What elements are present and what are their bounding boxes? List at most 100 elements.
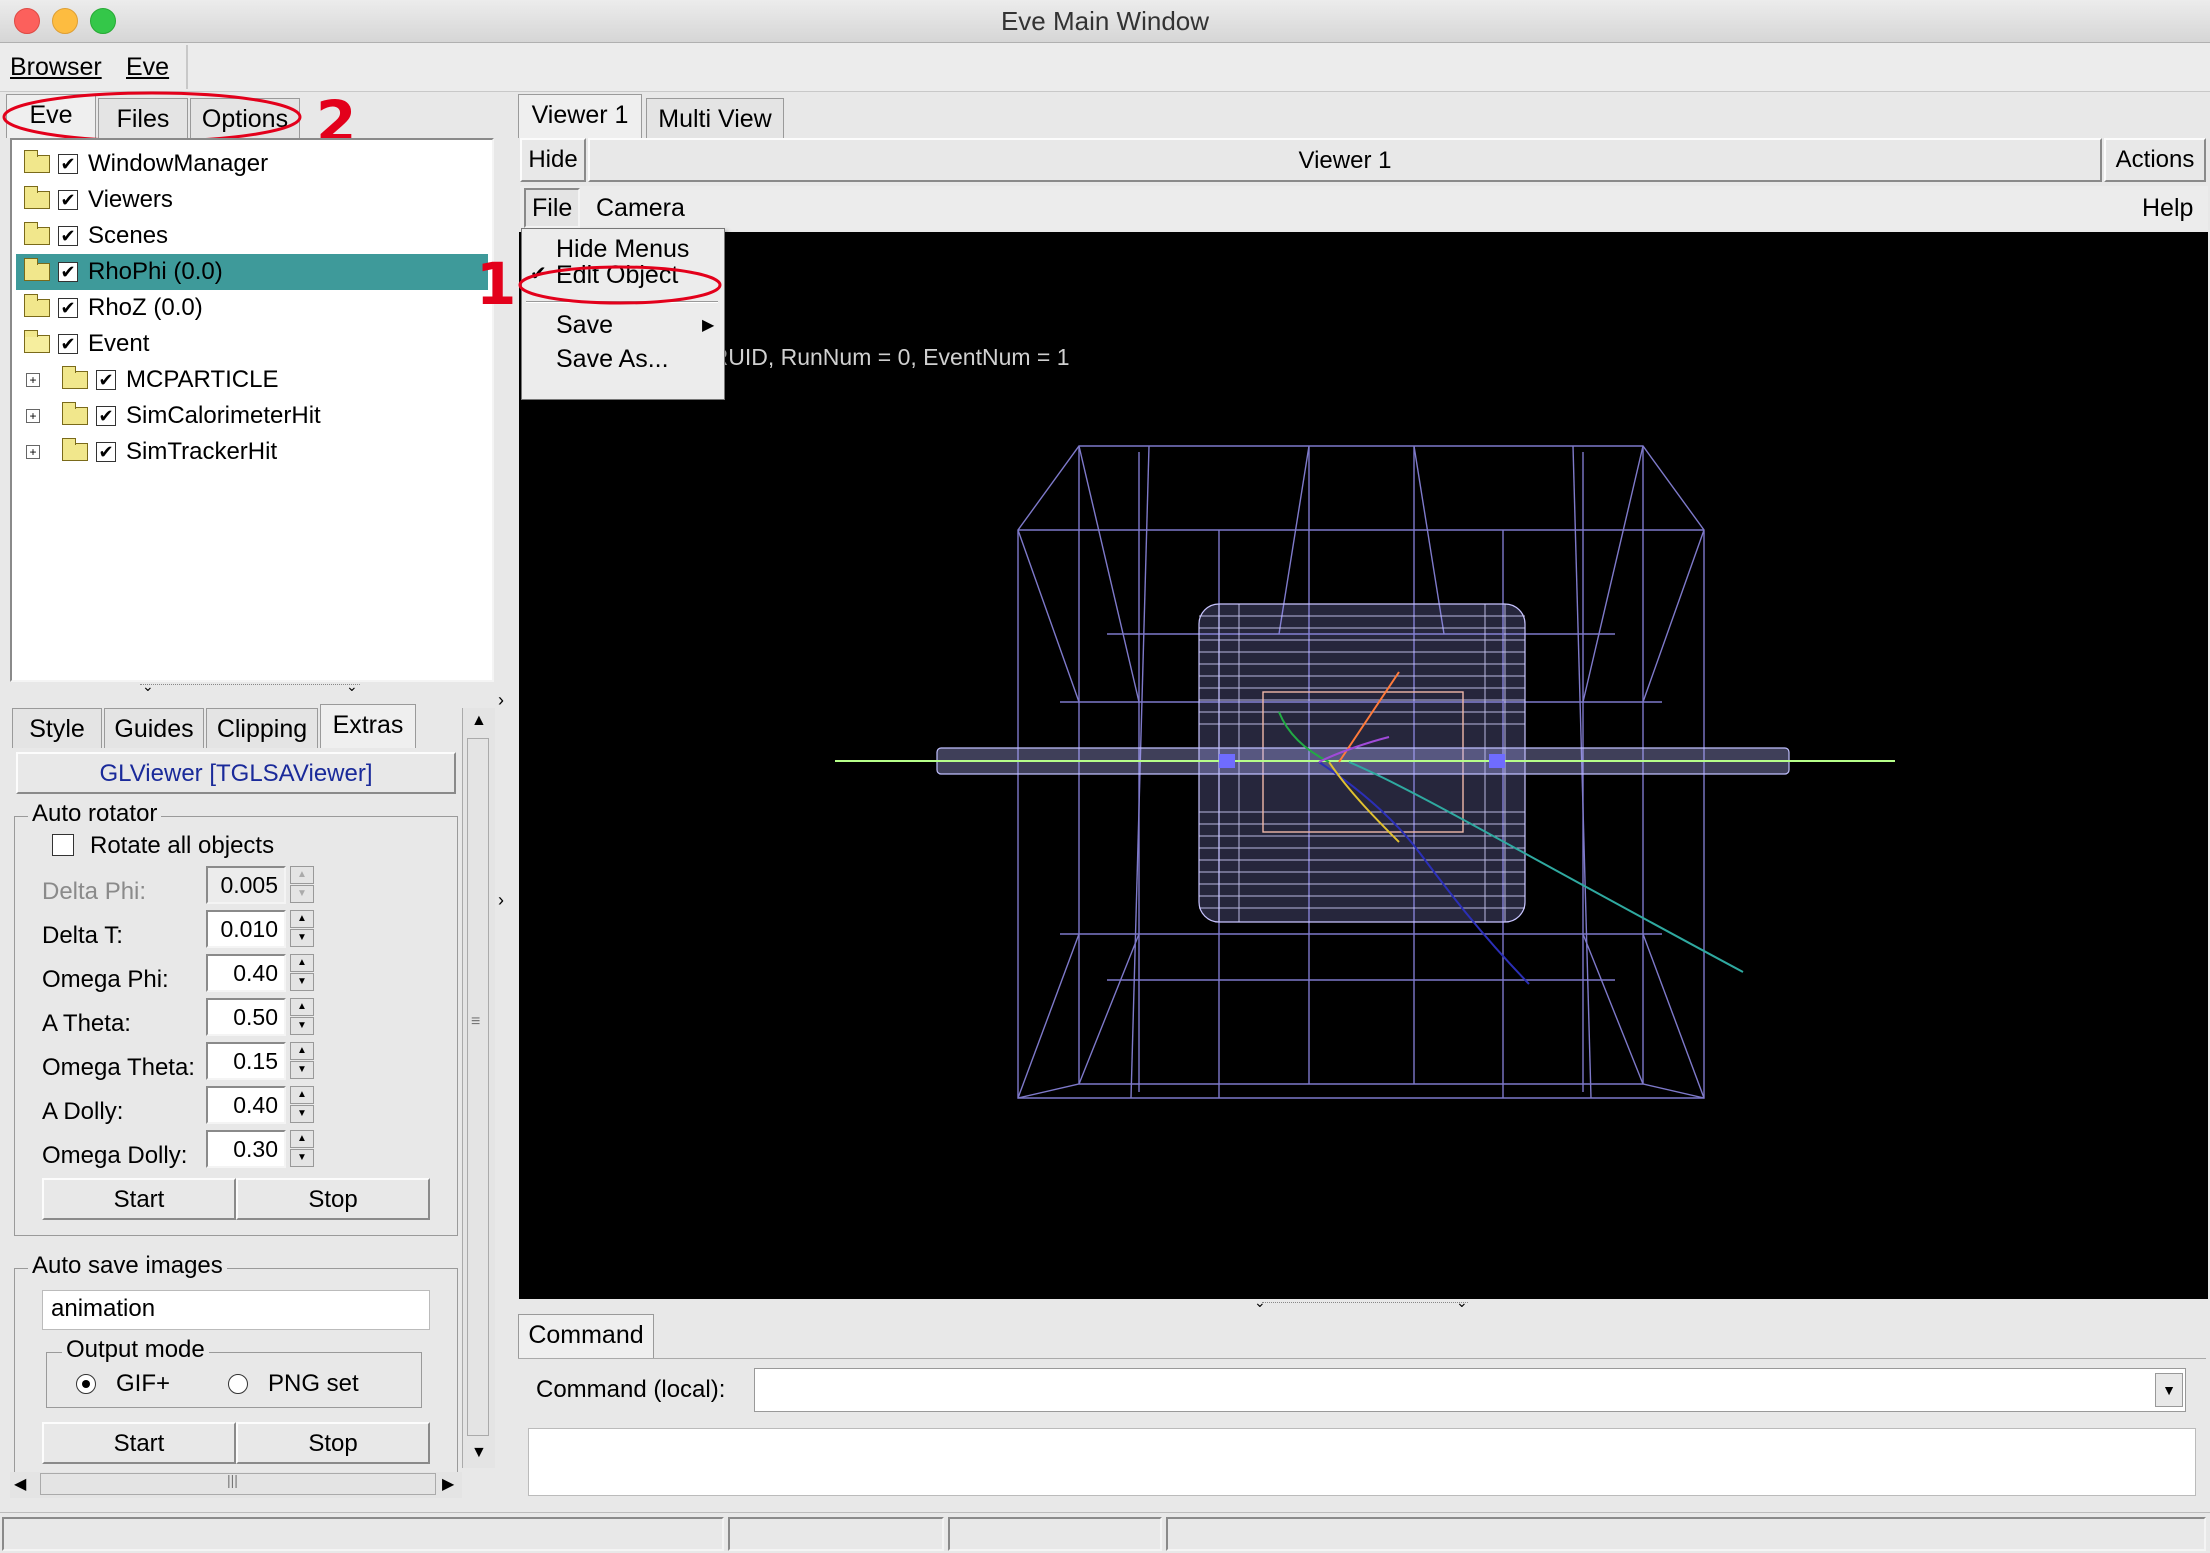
a-dolly-label: A Dolly: [42,1098,124,1125]
omega-dolly-field[interactable]: 0.30 [206,1130,286,1168]
editor-scrollbar[interactable]: ▲ ≡ ▼ [462,708,495,1468]
gl-viewport[interactable]: DRUID, RunNum = 0, EventNum = 1 [519,232,2208,1299]
save-stop-button[interactable]: Stop [236,1422,430,1464]
radio-dot-icon [82,1380,90,1388]
omega-dolly-stepper[interactable]: ▲ ▼ [290,1130,316,1168]
viewer-menu-file[interactable]: File [524,188,580,228]
tab-extras[interactable]: Extras [320,704,416,748]
a-dolly-field[interactable]: 0.40 [206,1086,286,1124]
status-cell-1 [2,1517,724,1551]
tree-item-simcalorimeterhit[interactable]: + ✔ SimCalorimeterHit [16,398,490,434]
rotate-all-checkbox[interactable] [52,834,74,856]
a-dolly-stepper[interactable]: ▲ ▼ [290,1086,316,1124]
file-popup-menu: Hide Menus ✔ Edit Object Save ▶ Save As.… [521,228,725,400]
rotator-stop-button[interactable]: Stop [236,1178,430,1220]
command-output-area[interactable] [528,1428,2196,1496]
rotator-start-button[interactable]: Start [42,1178,236,1220]
arrow-left-icon[interactable]: ◀ [14,1474,26,1494]
menu-item-save[interactable]: Save [556,311,613,340]
omega-phi-stepper[interactable]: ▲ ▼ [290,954,316,992]
chevron-right-icon[interactable]: › [498,690,504,711]
tree-item-label: RhoPhi (0.0) [88,258,223,285]
annotation-marker-1: 1 [476,250,517,318]
tree-item-simtrackerhit[interactable]: + ✔ SimTrackerHit [16,434,490,470]
viewer-menu-help[interactable]: Help [2142,194,2193,223]
folder-icon [24,294,50,317]
tab-multi-view[interactable]: Multi View [646,98,784,138]
tree-item-label: SimTrackerHit [126,438,278,465]
arrow-up-icon[interactable]: ▲ [471,712,487,730]
viewer-hide-button[interactable]: Hide [520,138,586,182]
hscrollbar-thumb[interactable]: ||| [40,1472,436,1495]
omega-phi-field[interactable]: 0.40 [206,954,286,992]
chevron-right-icon[interactable]: › [498,890,504,911]
list-tree[interactable]: ✔ WindowManager ✔ Viewers ✔ Scenes ✔ Rho… [10,138,494,682]
tree-item-mcparticle[interactable]: + ✔ MCPARTICLE [16,362,490,398]
expand-icon[interactable]: + [26,409,40,423]
a-theta-field[interactable]: 0.50 [206,998,286,1036]
expand-icon[interactable]: + [26,445,40,459]
object-name-button[interactable]: GLViewer [TGLSAViewer] [16,752,456,794]
command-divider [518,1358,2206,1359]
annotation-ellipse-2 [2,91,302,143]
checkbox-simtrackerhit[interactable]: ✔ [96,442,116,462]
save-start-button[interactable]: Start [42,1422,236,1464]
checkbox-viewers[interactable]: ✔ [58,190,78,210]
checkbox-mcparticle[interactable]: ✔ [96,370,116,390]
checkbox-event[interactable]: ✔ [58,334,78,354]
tree-item-rhophi[interactable]: ✔ RhoPhi (0.0) [16,254,488,290]
checkbox-rhoz[interactable]: ✔ [58,298,78,318]
menu-browser[interactable]: Browser [10,53,102,82]
tree-item-label: WindowManager [88,150,269,177]
checkbox-scenes[interactable]: ✔ [58,226,78,246]
tree-item-scenes[interactable]: ✔ Scenes [16,218,490,254]
command-input[interactable]: ▼ [754,1368,2186,1412]
gif-radio[interactable] [76,1374,96,1394]
editor-hscrollbar[interactable]: ◀ ||| ▶ [10,1472,462,1498]
png-radio[interactable] [228,1374,248,1394]
expand-icon[interactable]: + [26,373,40,387]
checkbox-windowmanager[interactable]: ✔ [58,154,78,174]
delta-phi-stepper[interactable]: ▲ ▼ [290,866,316,904]
tree-item-viewers[interactable]: ✔ Viewers [16,182,490,218]
checkbox-simcalorimeterhit[interactable]: ✔ [96,406,116,426]
chevron-down-icon: ⌄ [1254,1294,1266,1310]
checkbox-rhophi[interactable]: ✔ [58,262,78,282]
tree-item-label: SimCalorimeterHit [126,402,321,429]
viewer-menu-bar: File Camera Help [520,186,2208,230]
menu-item-save-as[interactable]: Save As... [556,345,669,374]
tree-item-label: Scenes [88,222,169,249]
folder-icon [62,366,88,389]
tree-item-windowmanager[interactable]: ✔ WindowManager [16,146,490,182]
rotate-all-label: Rotate all objects [90,832,275,859]
tree-item-rhoz[interactable]: ✔ RhoZ (0.0) [16,290,490,326]
tree-item-event[interactable]: ✔ Event [16,326,490,362]
scrollbar-thumb[interactable]: ≡ [467,738,489,1436]
png-label: PNG set [268,1370,359,1397]
viewer-menu-camera[interactable]: Camera [596,194,685,223]
omega-theta-field[interactable]: 0.15 [206,1042,286,1080]
tab-style[interactable]: Style [12,708,102,748]
title-bar: Eve Main Window [0,0,2210,43]
delta-t-field[interactable]: 0.010 [206,910,286,948]
tab-command[interactable]: Command [518,1314,654,1358]
a-theta-stepper[interactable]: ▲ ▼ [290,998,316,1036]
menu-eve[interactable]: Eve [126,53,169,82]
arrow-right-icon[interactable]: ▶ [442,1474,454,1494]
folder-icon [24,222,50,245]
tab-guides[interactable]: Guides [104,708,204,748]
dropdown-arrow-icon[interactable]: ▼ [2155,1373,2183,1407]
viewport-splitter[interactable] [1262,1302,1468,1303]
arrow-down-icon[interactable]: ▼ [471,1444,487,1462]
horizontal-splitter[interactable] [140,684,360,695]
tab-clipping[interactable]: Clipping [206,708,318,748]
omega-theta-stepper[interactable]: ▲ ▼ [290,1042,316,1080]
delta-phi-field[interactable]: 0.005 [206,866,286,904]
delta-t-stepper[interactable]: ▲ ▼ [290,910,316,948]
menu-item-hide-menus[interactable]: Hide Menus [556,235,689,264]
save-label: Save [556,311,613,339]
animation-filename-input[interactable]: animation [42,1290,430,1330]
tree-item-label: RhoZ (0.0) [88,294,203,321]
tab-viewer-1[interactable]: Viewer 1 [518,94,642,138]
viewer-actions-button[interactable]: Actions [2104,138,2206,182]
